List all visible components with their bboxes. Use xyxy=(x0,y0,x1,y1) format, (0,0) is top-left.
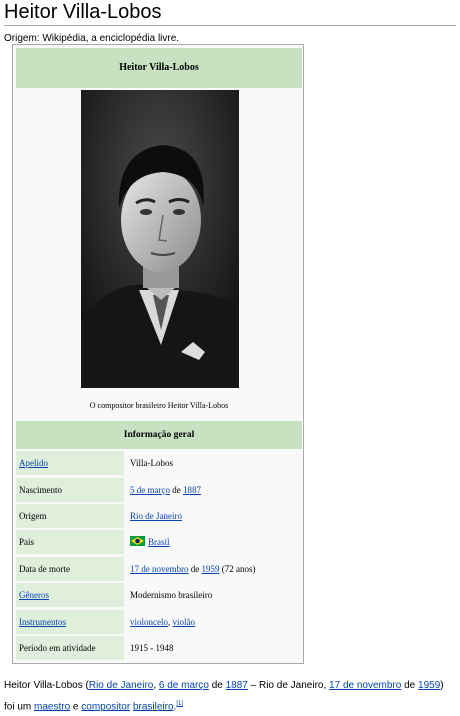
row-value: Modernismo brasileiro xyxy=(130,590,213,600)
compositor-link[interactable]: compositor xyxy=(81,701,130,712)
row-morte: Data de morte 17 de novembro de 1959 (72… xyxy=(16,557,302,581)
row-periodo: Período em atividade 1915 - 1948 xyxy=(16,636,302,660)
page-title: Heitor Villa-Lobos xyxy=(4,0,456,26)
birth-year-link[interactable]: 1887 xyxy=(226,680,248,691)
photo-caption: O compositor brasileiro Heitor Villa-Lob… xyxy=(89,401,229,410)
infobox: Heitor Villa-Lobos O compositor brasilei… xyxy=(12,44,304,664)
row-value: 1915 - 1948 xyxy=(130,643,174,653)
generos-link[interactable]: Gêneros xyxy=(19,590,49,600)
row-generos: Gêneros Modernismo brasileiro xyxy=(16,583,302,607)
instrumentos-link[interactable]: Instrumentos xyxy=(19,617,66,627)
intro-text: e xyxy=(70,701,82,713)
birth-year-link[interactable]: 1887 xyxy=(183,485,201,495)
row-label: Nascimento xyxy=(16,478,124,502)
infobox-header: Heitor Villa-Lobos xyxy=(16,48,302,88)
intro-name: Heitor Villa-Lobos xyxy=(4,680,83,691)
row-label: Apelido xyxy=(16,451,124,475)
row-nascimento: Nascimento 5 de março de 1887 xyxy=(16,478,302,502)
row-label: Período em atividade xyxy=(16,636,124,660)
row-text: (72 anos) xyxy=(219,564,256,574)
brazil-flag-icon xyxy=(130,531,145,546)
row-label: País xyxy=(16,530,124,554)
portrait-photo xyxy=(81,90,239,388)
row-text: de xyxy=(188,564,202,574)
row-label: Instrumentos xyxy=(16,610,124,634)
intro-text: de xyxy=(208,680,226,691)
origin-link[interactable]: Rio de Janeiro xyxy=(130,511,182,521)
violoncelo-link[interactable]: violoncelo xyxy=(130,617,168,627)
row-value: Rio de Janeiro xyxy=(127,504,302,528)
row-label: Data de morte xyxy=(16,557,124,581)
death-year-link[interactable]: 1959 xyxy=(418,680,440,691)
death-date-link[interactable]: 17 de novembro xyxy=(130,564,189,574)
intro-text: de xyxy=(401,680,419,691)
birth-day-link[interactable]: 6 de março xyxy=(159,680,209,691)
row-text: de xyxy=(169,485,183,495)
row-instrumentos: Instrumentos violoncelo, violão xyxy=(16,610,302,634)
intro-text: – Rio de Janeiro, xyxy=(247,680,330,691)
birth-city-link[interactable]: Rio de Janeiro xyxy=(89,680,153,691)
brasileiro-link[interactable]: brasileiro xyxy=(133,701,174,712)
intro-paragraph: Heitor Villa-Lobos (Rio de Janeiro, 6 de… xyxy=(4,677,456,716)
death-year-link[interactable]: 1959 xyxy=(202,564,220,574)
row-label: Origem xyxy=(16,504,124,528)
apelido-link[interactable]: Apelido xyxy=(19,458,48,468)
row-pais: País Brasil xyxy=(16,530,302,554)
row-apelido: Apelido Villa-Lobos xyxy=(16,451,302,475)
row-value: 17 de novembro de 1959 (72 anos) xyxy=(127,557,302,581)
country-link[interactable]: Brasil xyxy=(148,537,170,547)
row-value: 5 de março de 1887 xyxy=(127,478,302,502)
row-origem: Origem Rio de Janeiro xyxy=(16,504,302,528)
intro-text: ) xyxy=(440,680,444,691)
row-value: Brasil xyxy=(127,530,302,554)
violao-link[interactable]: violão xyxy=(173,617,196,627)
row-value: violoncelo, violão xyxy=(127,610,302,634)
row-value: Villa-Lobos xyxy=(130,458,173,468)
intro-text: foi um xyxy=(4,701,35,713)
reference-link[interactable]: [1] xyxy=(176,701,183,707)
info-header: Informação geral xyxy=(16,421,302,449)
maestro-link[interactable]: maestro xyxy=(34,701,70,712)
birth-date-link[interactable]: 5 de março xyxy=(130,485,170,495)
death-day-link[interactable]: 17 de novembro xyxy=(329,680,401,691)
row-label: Gêneros xyxy=(16,583,124,607)
